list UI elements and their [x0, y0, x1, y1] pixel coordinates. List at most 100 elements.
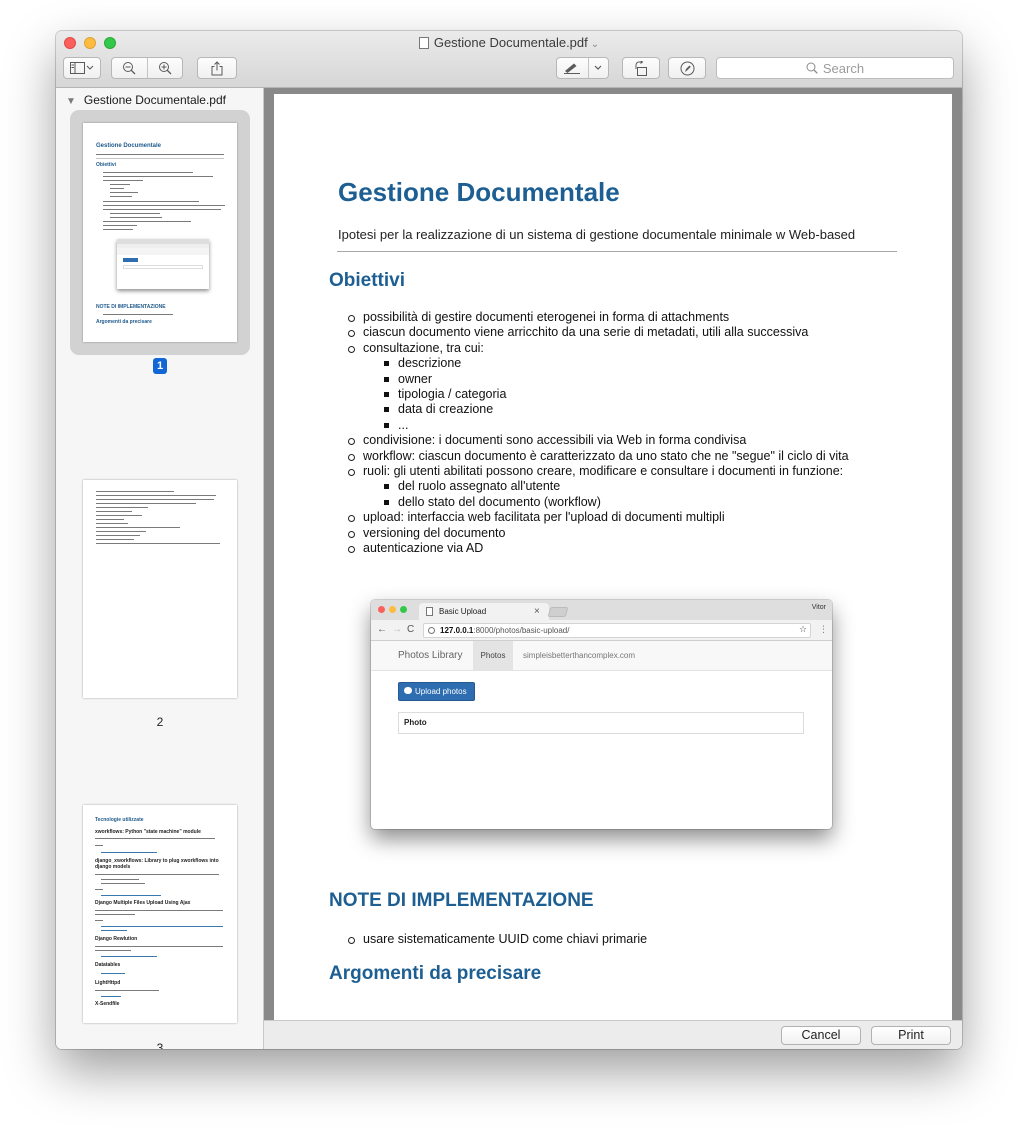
- list-subitem: tipologia / categoria: [329, 387, 929, 402]
- thumbnail-text-line: [103, 205, 225, 206]
- pdf-document-icon: [418, 37, 429, 49]
- list-item: condivisione: i documenti sono accessibi…: [329, 433, 929, 448]
- zoom-in-button[interactable]: [148, 61, 183, 75]
- disclosure-triangle-icon[interactable]: ▼: [66, 96, 76, 107]
- browser-menu-icon: ⋮: [819, 624, 828, 634]
- thumbnail-text-line: [103, 209, 221, 210]
- forward-arrow-icon: →: [392, 624, 402, 635]
- thumbnail-heading: Django Multiple Files Upload Using Ajax: [95, 900, 191, 906]
- thumbnail-title: Gestione Documentale: [96, 143, 162, 149]
- thumbnail-text-line: [95, 946, 223, 947]
- thumbnail-text-line: [95, 950, 131, 951]
- browser-close-dot: [378, 606, 385, 613]
- thumbnail-heading: X-Sendfile: [95, 1001, 120, 1007]
- page-number-3[interactable]: 3: [56, 1041, 264, 1049]
- markup-toolbar-button[interactable]: [556, 57, 609, 79]
- highlight-button[interactable]: [557, 62, 588, 74]
- thumbnail-link-line: [101, 930, 127, 931]
- page-thumbnail-2[interactable]: [83, 480, 237, 698]
- cancel-button[interactable]: Cancel: [781, 1026, 861, 1045]
- thumbnail-link-line: [101, 852, 157, 853]
- thumbnail-text-line: [95, 910, 223, 911]
- thumbnail-heading: NOTE DI IMPLEMENTAZIONE: [96, 304, 166, 310]
- thumbnail-heading: Tecnologie utilizzate: [95, 817, 144, 823]
- sidebar-icon: [70, 62, 94, 74]
- thumbnail-text-line: [103, 229, 133, 230]
- thumbnail-text-line: [95, 845, 103, 846]
- thumbnail-text-line: [103, 176, 213, 177]
- rotate-icon: [635, 60, 647, 76]
- horizontal-rule: [337, 251, 897, 252]
- markup-button[interactable]: [668, 57, 706, 79]
- thumbnail-text-line: [95, 889, 103, 890]
- list-item: ruoli: gli utenti abilitati possono crea…: [329, 464, 929, 479]
- thumbnail-text-line: [110, 213, 160, 214]
- print-button[interactable]: Print: [871, 1026, 951, 1045]
- share-button[interactable]: [197, 57, 237, 79]
- browser-tab-title: Basic Upload: [439, 607, 487, 616]
- page-thumbnail-3[interactable]: Tecnologie utilizzate xworkflows: Python…: [83, 805, 237, 1023]
- share-icon: [211, 60, 223, 75]
- list-item: autenticazione via AD: [329, 541, 929, 556]
- thumbnail-heading: Obiettivi: [96, 162, 117, 168]
- thumbnail-heading: LightHttpd: [95, 980, 121, 986]
- zoom-out-icon: [123, 62, 136, 75]
- thumbnail-text-line: [95, 874, 219, 875]
- page-number-1[interactable]: 1: [153, 358, 167, 374]
- bookmark-star-icon: ☆: [799, 624, 808, 634]
- browser-minimize-dot: [389, 606, 396, 613]
- info-icon: [428, 627, 435, 634]
- markup-circle-icon: [680, 61, 694, 75]
- thumbnail-text-line: [95, 990, 159, 991]
- markup-menu-button[interactable]: [589, 65, 608, 71]
- thumbnail-text-line: [96, 539, 134, 540]
- thumbnail-text-line: [110, 192, 138, 193]
- thumbnail-link-line: [101, 926, 223, 927]
- thumbnail-embedded-image: [117, 239, 209, 289]
- list-subitem: del ruolo assegnato all'utente: [329, 479, 929, 494]
- page-number-2[interactable]: 2: [56, 715, 264, 729]
- thumbnail-text-line: [110, 188, 124, 189]
- site-nav-active: Photos: [473, 641, 513, 670]
- thumbnail-text-line: [103, 225, 137, 226]
- zoom-in-icon: [158, 62, 172, 75]
- thumbnail-text-line: [103, 314, 173, 315]
- site-photo-table: Photo: [398, 712, 804, 734]
- browser-profile-name: Vitor: [811, 604, 826, 611]
- preview-window: Gestione Documentale.pdf ⌄ Search ▼ Gest…: [56, 31, 962, 1049]
- section-heading-obiettivi: Obiettivi: [329, 270, 406, 291]
- url-host: 127.0.0.1: [440, 626, 474, 635]
- list-item: workflow: ciascun documento è caratteriz…: [329, 449, 929, 464]
- list-subitem: data di creazione: [329, 402, 929, 417]
- list-item: upload: interfaccia web facilitata per l…: [329, 510, 929, 525]
- sidebar-toggle-button[interactable]: [63, 57, 101, 79]
- thumbnail-rule: [96, 158, 224, 159]
- thumbnail-link-line: [101, 895, 161, 896]
- thumbnail-text-line: [103, 221, 191, 222]
- search-field[interactable]: Search: [716, 57, 954, 79]
- section-heading-argomenti: Argomenti da precisare: [329, 963, 542, 984]
- thumbnail-heading: Django Rewlution: [95, 936, 138, 942]
- thumbnail-text-line: [103, 172, 193, 173]
- browser-tab-strip: Basic Upload × Vitor: [371, 600, 832, 620]
- rotate-button[interactable]: [622, 57, 660, 79]
- thumbnail-text-line: [96, 531, 146, 532]
- chevron-down-icon: ⌄: [590, 39, 600, 50]
- sidebar-document-header[interactable]: ▼ Gestione Documentale.pdf: [66, 93, 226, 107]
- thumbnail-text-line: [96, 503, 196, 504]
- window-title[interactable]: Gestione Documentale.pdf ⌄: [56, 35, 962, 50]
- note-list: usare sistematicamente UUID come chiavi …: [329, 932, 929, 947]
- list-item-continuation: consultazione, tra cui:: [329, 341, 929, 356]
- thumbnail-image-table: [123, 265, 203, 269]
- reload-icon: C: [407, 624, 415, 635]
- thumbnail-image-button: [123, 258, 138, 262]
- thumbnail-text-line: [96, 519, 124, 520]
- page-thumbnail-1[interactable]: Gestione Documentale Obiettivi NOTE DI I…: [83, 123, 237, 342]
- browser-address-bar: ← → C 127.0.0.1:8000/photos/basic-upload…: [371, 620, 832, 641]
- document-viewer[interactable]: Gestione Documentale Ipotesi per la real…: [264, 88, 962, 1020]
- thumbnail-text-line: [96, 527, 180, 528]
- zoom-out-button[interactable]: [112, 61, 147, 75]
- site-navbar: Photos Library Photos simpleisbetterthan…: [371, 641, 832, 671]
- thumbnail-text-line: [110, 217, 162, 218]
- search-placeholder: Search: [822, 60, 865, 76]
